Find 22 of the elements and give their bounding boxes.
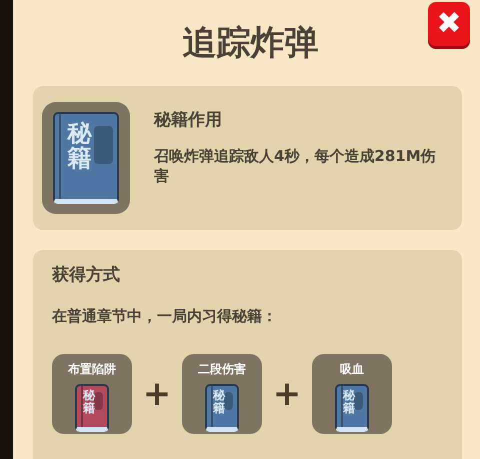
spine-line [211,386,213,427]
spine-line [341,386,343,427]
skill-label: 吸血 [340,361,364,378]
cover-patch [94,126,113,164]
skill-label: 布置陷阱 [68,361,116,378]
cover-title: 秘籍 [213,389,225,414]
window-title: 追踪炸弹 [182,22,318,64]
close-button[interactable]: ✖ [428,2,470,46]
section-heading: 秘籍作用 [154,109,223,132]
plus-sign: + [142,372,172,416]
cover-title: 秘籍 [67,120,92,172]
cover-title: 秘籍 [83,389,95,414]
instruction-text: 在普通章节中，一局内习得秘籍： [52,306,278,326]
plus-sign: + [272,372,302,416]
skill-label: 二段伤害 [198,361,246,378]
section-heading: 获得方式 [52,264,121,287]
cover-patch [94,392,103,410]
effect-description: 召唤炸弹追踪敌人4秒，每个造成281M伤害 [154,146,437,186]
cover-title: 秘籍 [343,389,355,414]
cover-patch [224,392,233,410]
cover-patch [354,392,363,410]
spine-line [81,386,83,427]
